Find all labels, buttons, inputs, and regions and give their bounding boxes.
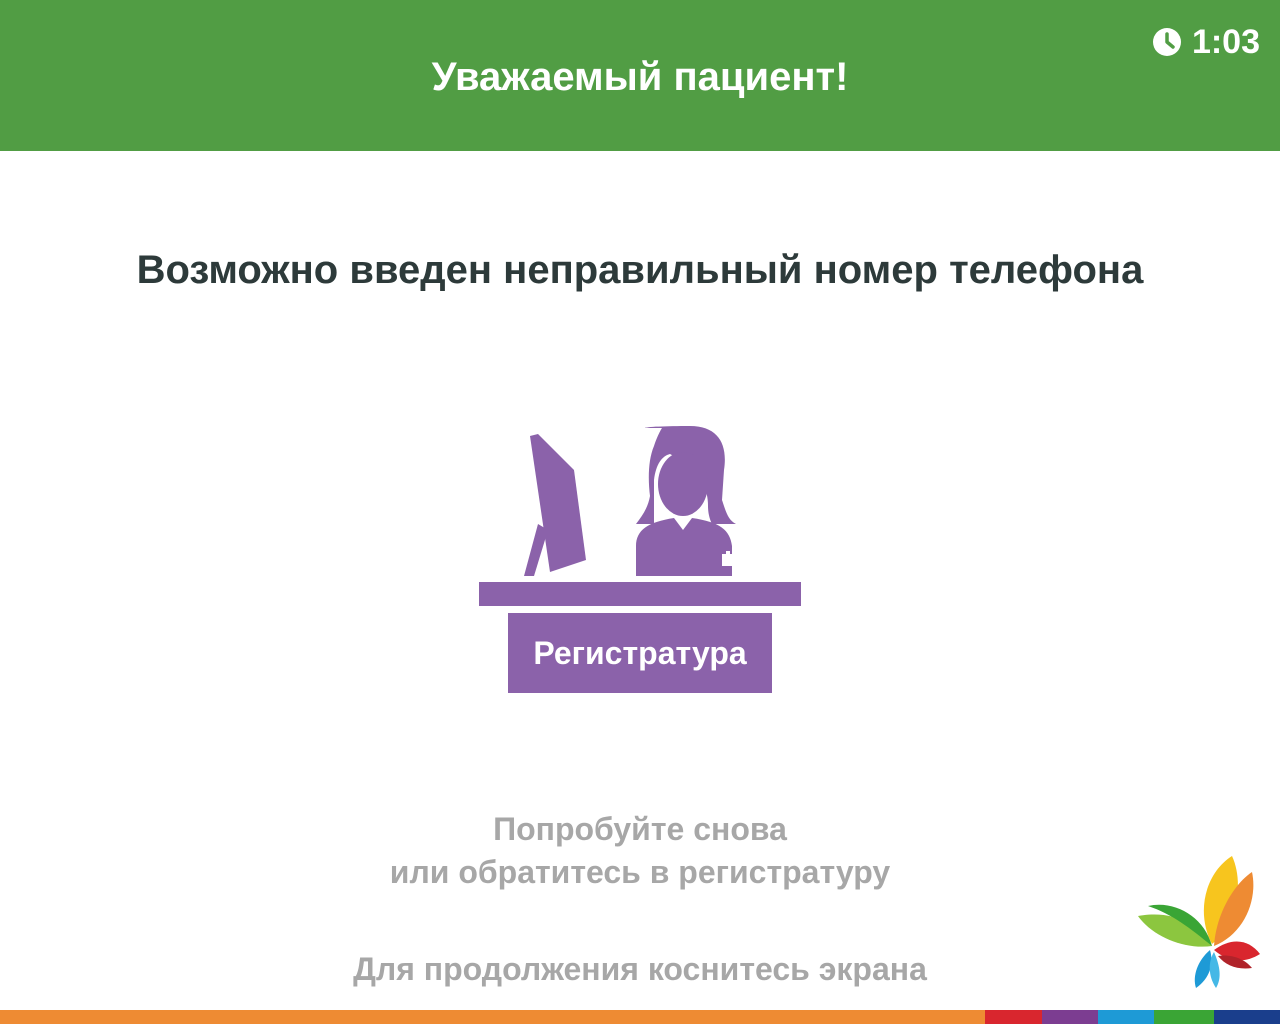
error-message: Возможно введен неправильный номер телеф… xyxy=(136,248,1144,292)
touch-to-continue-text: Для продолжения коснитесь экрана xyxy=(353,951,927,987)
stripe-green xyxy=(1154,1010,1214,1024)
butterfly-logo-icon xyxy=(1138,856,1260,988)
timer-value: 1:03 xyxy=(1191,22,1260,61)
bottom-color-stripe xyxy=(0,1010,1280,1024)
header-title: Уважаемый пациент! xyxy=(431,55,849,99)
stripe-blue xyxy=(1098,1010,1154,1024)
hint-line-1: Попробуйте снова xyxy=(493,811,787,847)
desk-label: Регистратура xyxy=(508,613,772,693)
hint-line-2: или обратитесь в регистратуру xyxy=(389,854,891,890)
session-timer: 1:03 xyxy=(1152,22,1260,62)
stripe-navy xyxy=(1214,1010,1280,1024)
hint-text: Попробуйте снова или обратитесь в регист… xyxy=(0,808,1280,894)
stripe-red xyxy=(985,1010,1042,1024)
stripe-purple xyxy=(1042,1010,1098,1024)
clock-icon xyxy=(1152,28,1181,56)
receptionist-desk-illustration: Регистратура xyxy=(478,420,802,696)
kiosk-screen[interactable]: Уважаемый пациент! 1:03 Возможно введен … xyxy=(0,0,1280,1024)
header-bar: Уважаемый пациент! 1:03 xyxy=(0,0,1280,151)
desk-label-text: Регистратура xyxy=(533,634,747,671)
stripe-orange xyxy=(0,1010,985,1024)
